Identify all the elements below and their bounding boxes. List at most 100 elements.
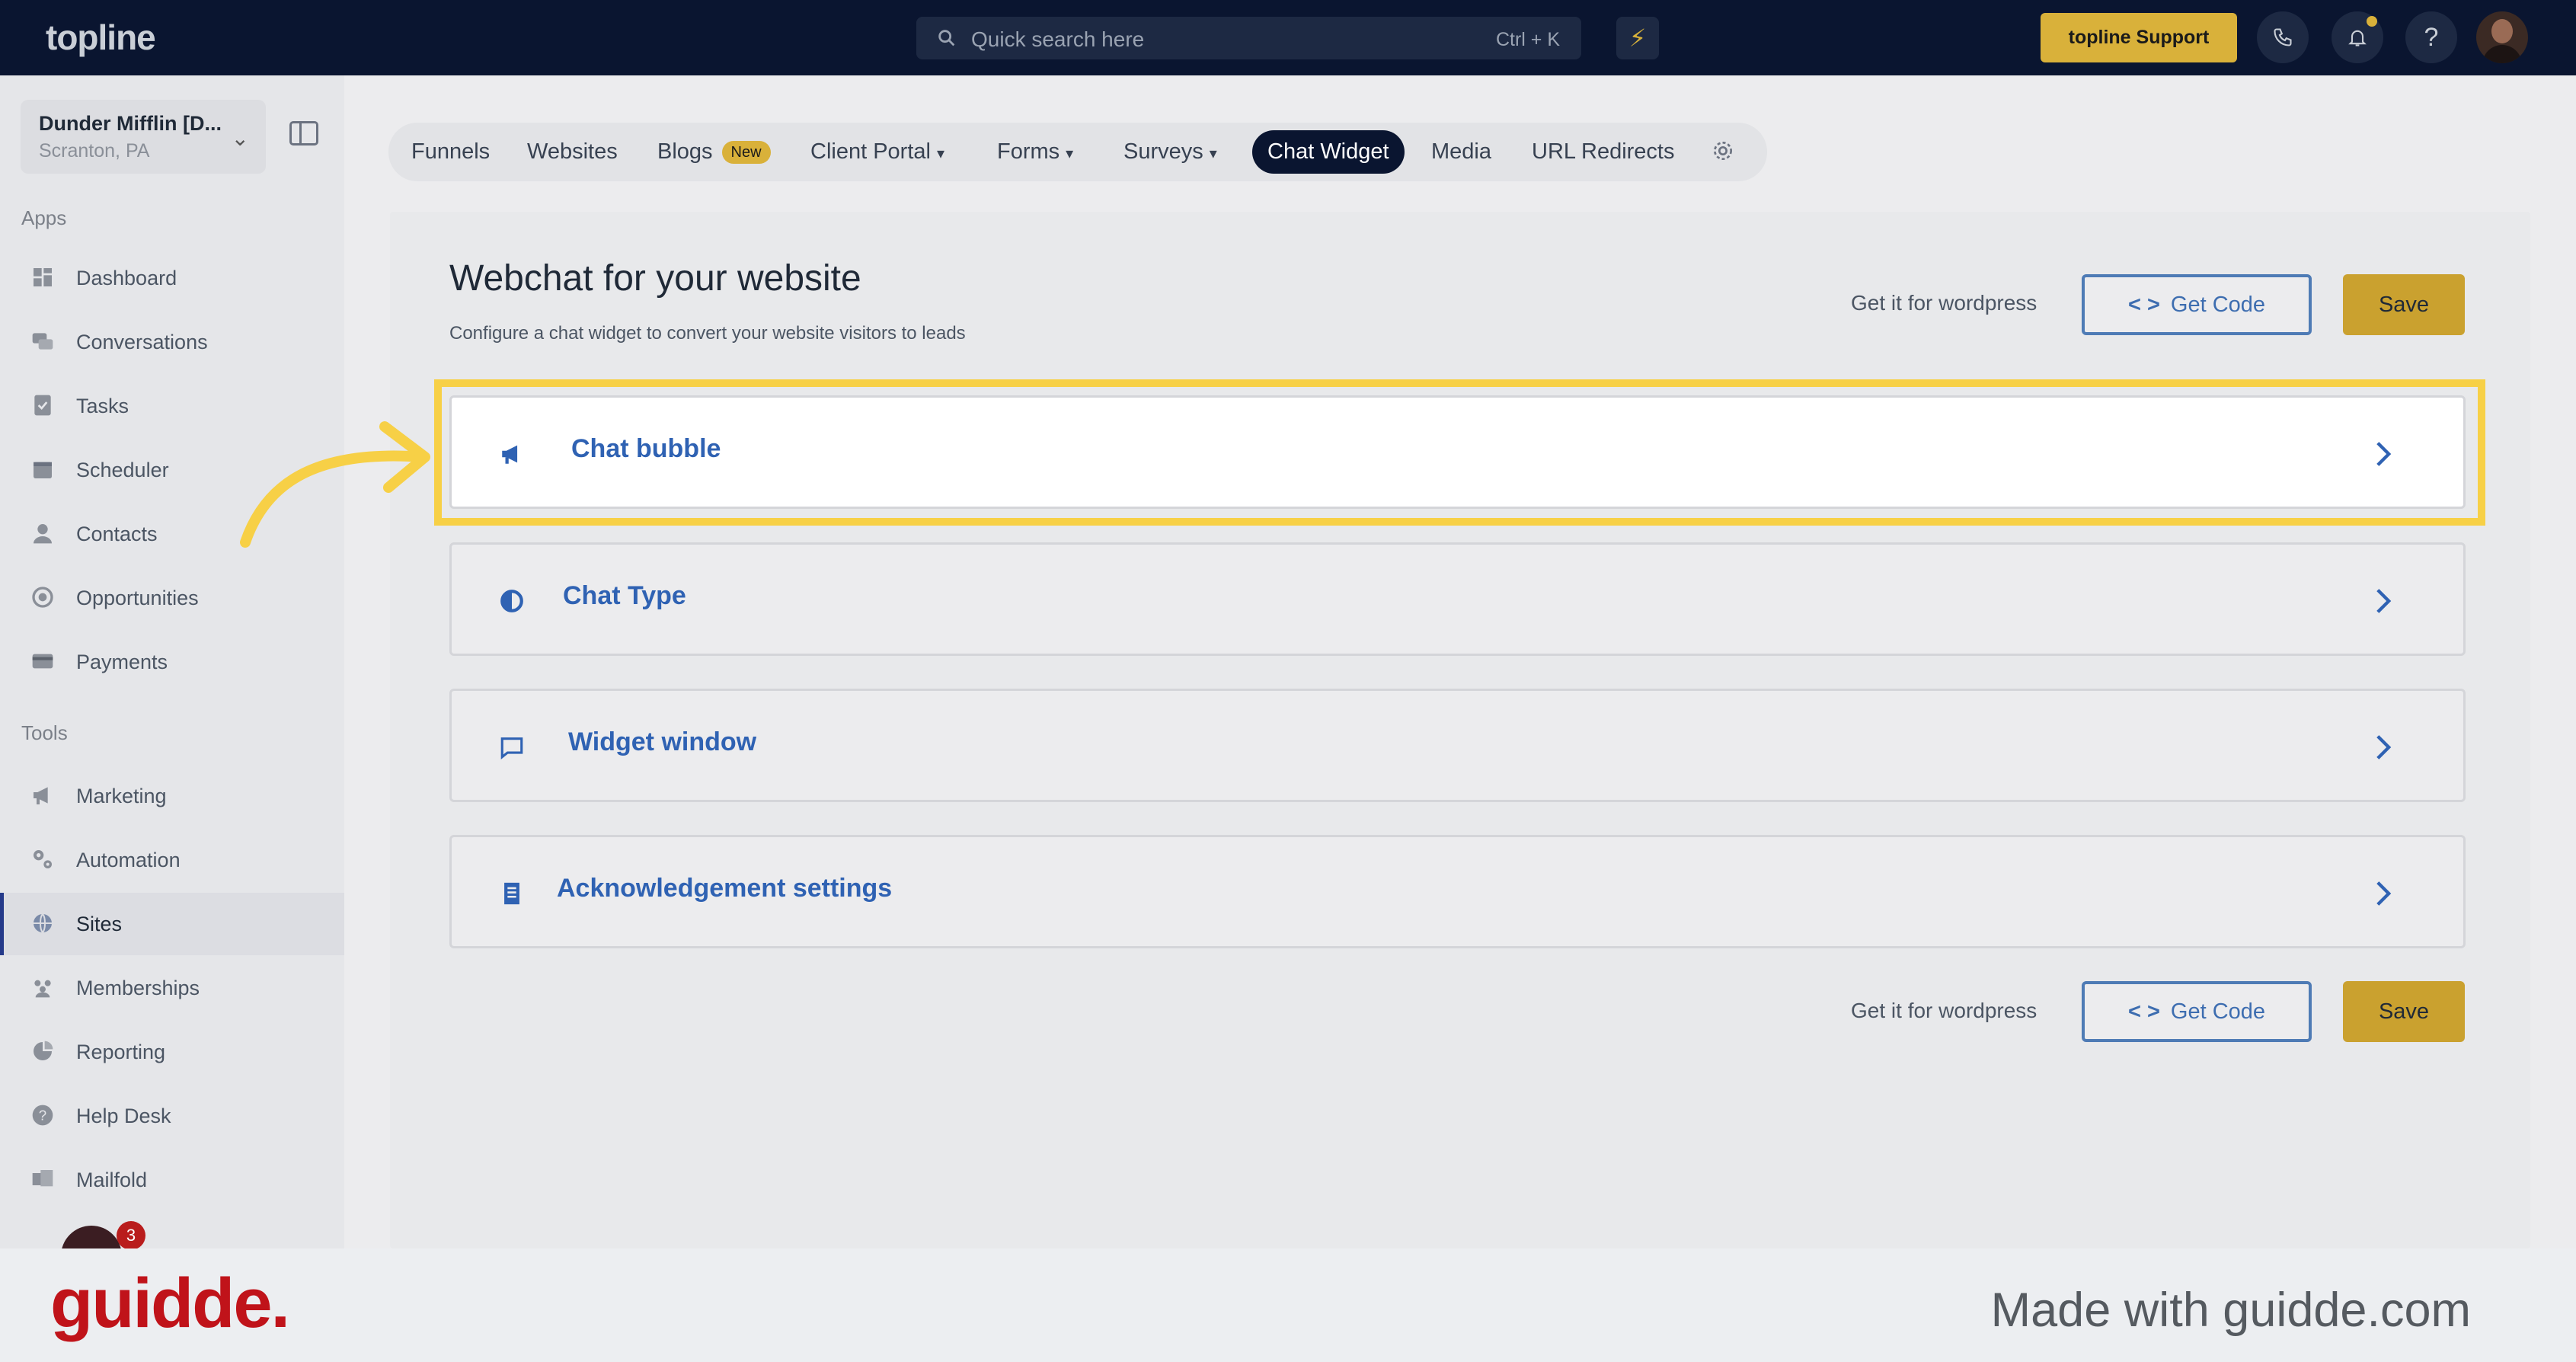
help-icon: ? bbox=[32, 1105, 53, 1126]
sidebar-item-dashboard[interactable]: Dashboard bbox=[0, 251, 344, 305]
mail-icon bbox=[32, 1170, 53, 1187]
annotation-arrow-icon bbox=[240, 421, 430, 548]
search-icon bbox=[938, 30, 955, 46]
target-icon bbox=[32, 587, 53, 608]
sidebar-item-label: Sites bbox=[76, 913, 123, 935]
tab-websites[interactable]: Websites bbox=[527, 123, 618, 181]
gear-icon[interactable] bbox=[1711, 139, 1735, 163]
tab-label: Surveys bbox=[1123, 139, 1203, 164]
apps-heading: Apps bbox=[21, 206, 67, 229]
wordpress-link-bottom[interactable]: Get it for wordpress bbox=[1851, 999, 2037, 1023]
get-code-label: Get Code bbox=[2170, 293, 2266, 317]
section-label: Widget window bbox=[568, 727, 757, 756]
code-icon: < > bbox=[2127, 293, 2160, 317]
quick-search[interactable]: Quick search here Ctrl + K bbox=[916, 17, 1581, 59]
sidebar-item-payments[interactable]: Payments bbox=[0, 635, 344, 689]
chat-icon bbox=[32, 333, 53, 350]
card-icon bbox=[32, 654, 53, 669]
get-code-label: Get Code bbox=[2170, 999, 2266, 1024]
user-avatar[interactable] bbox=[2476, 11, 2528, 63]
section-label: Chat Type bbox=[563, 581, 686, 610]
lightning-icon[interactable]: ⚡ bbox=[1616, 17, 1659, 59]
support-button[interactable]: topline Support bbox=[2041, 13, 2237, 62]
sidebar-item-sites[interactable]: Sites bbox=[0, 893, 344, 955]
top-bar: topline Quick search here Ctrl + K ⚡ top… bbox=[0, 0, 2576, 75]
tab-label: Client Portal bbox=[810, 139, 931, 164]
tab-funnels[interactable]: Funnels bbox=[411, 123, 490, 181]
pie-chart-icon bbox=[34, 1041, 53, 1060]
topline-logo[interactable]: topline bbox=[46, 17, 156, 58]
tab-label: Media bbox=[1431, 139, 1491, 164]
section-acknowledgement-settings[interactable]: Acknowledgement settings bbox=[449, 835, 2466, 948]
sidebar-item-conversations[interactable]: Conversations bbox=[0, 315, 344, 369]
sidebar: Dunder Mifflin [D... Scranton, PA ⌄ Apps… bbox=[0, 75, 344, 1287]
globe-icon bbox=[34, 913, 52, 933]
sidebar-item-label: Opportunities bbox=[76, 587, 199, 609]
svg-text:?: ? bbox=[39, 1108, 46, 1124]
page-subtitle: Configure a chat widget to convert your … bbox=[449, 323, 966, 344]
section-widget-window[interactable]: Widget window bbox=[449, 689, 2466, 802]
chevron-right-icon bbox=[2376, 881, 2392, 906]
get-code-button-bottom[interactable]: < > Get Code bbox=[2082, 981, 2312, 1042]
account-name: Dunder Mifflin [D... bbox=[39, 112, 222, 135]
launcher-badge: 3 bbox=[117, 1221, 145, 1250]
help-icon: ? bbox=[2424, 23, 2439, 52]
notifications-button[interactable] bbox=[2332, 11, 2383, 63]
save-button[interactable]: Save bbox=[2343, 274, 2465, 335]
sidebar-item-mailfold[interactable]: Mailfold bbox=[0, 1153, 344, 1207]
chevron-right-icon bbox=[2376, 589, 2392, 613]
sidebar-item-label: Conversations bbox=[76, 331, 208, 353]
tab-surveys[interactable]: Surveys ▾ bbox=[1123, 123, 1217, 181]
chevron-down-icon: ▾ bbox=[936, 145, 945, 162]
sidebar-item-automation[interactable]: Automation bbox=[0, 833, 344, 887]
sidebar-item-marketing[interactable]: Marketing bbox=[0, 769, 344, 823]
help-button[interactable]: ? bbox=[2405, 11, 2457, 63]
account-switcher[interactable]: Dunder Mifflin [D... Scranton, PA ⌄ bbox=[21, 100, 266, 174]
collapse-sidebar-icon[interactable] bbox=[289, 121, 318, 145]
half-circle-icon bbox=[500, 590, 523, 612]
sidebar-item-label: Automation bbox=[76, 849, 181, 871]
tab-forms[interactable]: Forms ▾ bbox=[997, 123, 1073, 181]
sidebar-item-help-desk[interactable]: ? Help Desk bbox=[0, 1089, 344, 1143]
chevron-down-icon: ▾ bbox=[1066, 145, 1074, 162]
tools-heading: Tools bbox=[21, 721, 68, 744]
page-title: Webchat for your website bbox=[449, 258, 861, 299]
section-label: Acknowledgement settings bbox=[557, 874, 893, 903]
message-icon bbox=[500, 737, 523, 759]
tab-url-redirects[interactable]: URL Redirects bbox=[1532, 123, 1674, 181]
chevron-down-icon: ⌄ bbox=[231, 126, 249, 150]
sidebar-item-label: Reporting bbox=[76, 1041, 166, 1063]
tab-label: Websites bbox=[527, 139, 618, 164]
made-with-text: Made with guidde.com bbox=[1990, 1284, 2471, 1337]
guidde-footer: guidde. Made with guidde.com bbox=[0, 1248, 2576, 1362]
sidebar-item-label: Payments bbox=[76, 651, 168, 673]
new-badge: New bbox=[721, 141, 771, 165]
highlight-box bbox=[434, 379, 2485, 526]
chevron-right-icon bbox=[2376, 735, 2392, 759]
sidebar-item-memberships[interactable]: Memberships bbox=[0, 961, 344, 1015]
sidebar-item-label: Scheduler bbox=[76, 459, 169, 481]
tab-chat-widget[interactable]: Chat Widget bbox=[1252, 130, 1405, 174]
sidebar-item-reporting[interactable]: Reporting bbox=[0, 1025, 344, 1079]
section-chat-type[interactable]: Chat Type bbox=[449, 542, 2466, 656]
sidebar-item-label: Help Desk bbox=[76, 1105, 171, 1127]
sidebar-item-label: Tasks bbox=[76, 395, 129, 417]
wordpress-link[interactable]: Get it for wordpress bbox=[1851, 291, 2037, 315]
tab-blogs[interactable]: Blogs New bbox=[657, 123, 771, 181]
megaphone-icon bbox=[34, 787, 48, 804]
phone-button[interactable] bbox=[2257, 11, 2309, 63]
code-icon: < > bbox=[2127, 999, 2160, 1024]
search-shortcut: Ctrl + K bbox=[1495, 29, 1560, 50]
sidebar-item-opportunities[interactable]: Opportunities bbox=[0, 571, 344, 625]
guidde-logo: guidde. bbox=[50, 1264, 290, 1342]
account-location: Scranton, PA bbox=[39, 140, 150, 161]
tab-media[interactable]: Media bbox=[1431, 123, 1491, 181]
tab-client-portal[interactable]: Client Portal ▾ bbox=[810, 123, 944, 181]
chevron-down-icon: ▾ bbox=[1209, 145, 1217, 162]
tasks-icon bbox=[34, 395, 51, 416]
save-button-bottom[interactable]: Save bbox=[2343, 981, 2465, 1042]
user-icon bbox=[34, 524, 52, 544]
tab-label: Chat Widget bbox=[1267, 139, 1389, 164]
get-code-button[interactable]: < > Get Code bbox=[2082, 274, 2312, 335]
bell-icon bbox=[2348, 30, 2367, 46]
